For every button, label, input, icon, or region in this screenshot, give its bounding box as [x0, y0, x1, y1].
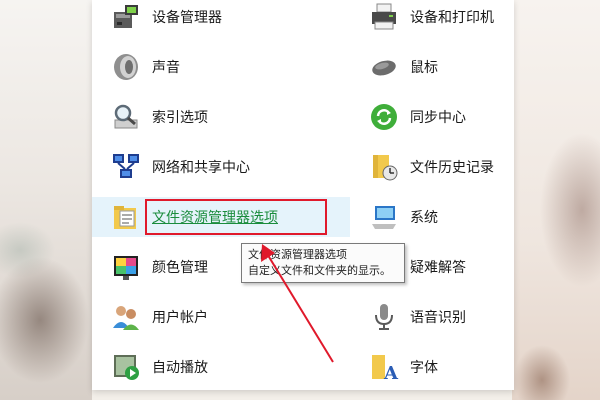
mouse-icon	[368, 51, 400, 83]
item-indexing-options[interactable]: 索引选项	[92, 97, 350, 137]
color-management-icon	[110, 251, 142, 283]
network-icon	[110, 151, 142, 183]
speaker-icon	[110, 51, 142, 83]
item-label: 字体	[410, 360, 438, 376]
item-user-accounts[interactable]: 用户帐户	[92, 297, 350, 337]
item-label: 同步中心	[410, 110, 466, 126]
tooltip: 文件资源管理器选项 自定义文件和文件夹的显示。	[241, 243, 405, 283]
folder-options-icon	[110, 201, 142, 233]
item-label: 自动播放	[152, 360, 208, 376]
item-label: 设备和打印机	[410, 10, 494, 26]
device-manager-icon	[110, 1, 142, 33]
microphone-icon	[368, 301, 400, 333]
computer-icon	[368, 201, 400, 233]
item-label: 声音	[152, 60, 180, 76]
item-mouse[interactable]: 鼠标	[350, 47, 514, 87]
item-fonts[interactable]: A 字体	[350, 347, 514, 387]
svg-text:A: A	[383, 363, 399, 382]
item-label: 文件历史记录	[410, 160, 494, 176]
magnifier-icon	[110, 101, 142, 133]
desktop-background-right	[512, 0, 600, 400]
tooltip-description: 自定义文件和文件夹的显示。	[248, 264, 391, 277]
item-label: 用户帐户	[152, 310, 208, 326]
item-label: 设备管理器	[152, 10, 222, 26]
item-network-sharing-center[interactable]: 网络和共享中心	[92, 147, 350, 187]
sync-icon	[368, 101, 400, 133]
item-label: 网络和共享中心	[152, 160, 250, 176]
desktop-background-left	[0, 0, 92, 400]
item-devices-printers[interactable]: 设备和打印机	[350, 0, 514, 37]
item-label: 索引选项	[152, 110, 208, 126]
item-label: 文件资源管理器选项	[152, 210, 278, 226]
item-label: 疑难解答	[410, 260, 466, 276]
printer-icon	[368, 1, 400, 33]
item-device-manager[interactable]: 设备管理器	[92, 0, 350, 37]
item-sound[interactable]: 声音	[92, 47, 350, 87]
item-sync-center[interactable]: 同步中心	[350, 97, 514, 137]
fonts-icon: A	[368, 351, 400, 383]
item-autoplay[interactable]: 自动播放	[92, 347, 350, 387]
autoplay-icon	[110, 351, 142, 383]
file-history-icon	[368, 151, 400, 183]
item-label: 鼠标	[410, 60, 438, 76]
tooltip-title: 文件资源管理器选项	[248, 248, 347, 261]
users-icon	[110, 301, 142, 333]
item-label: 语音识别	[410, 310, 466, 326]
item-label: 颜色管理	[152, 260, 208, 276]
item-file-explorer-options[interactable]: 文件资源管理器选项	[92, 197, 350, 237]
item-system[interactable]: 系统	[350, 197, 514, 237]
item-speech-recognition[interactable]: 语音识别	[350, 297, 514, 337]
item-label: 系统	[410, 210, 438, 226]
item-file-history[interactable]: 文件历史记录	[350, 147, 514, 187]
